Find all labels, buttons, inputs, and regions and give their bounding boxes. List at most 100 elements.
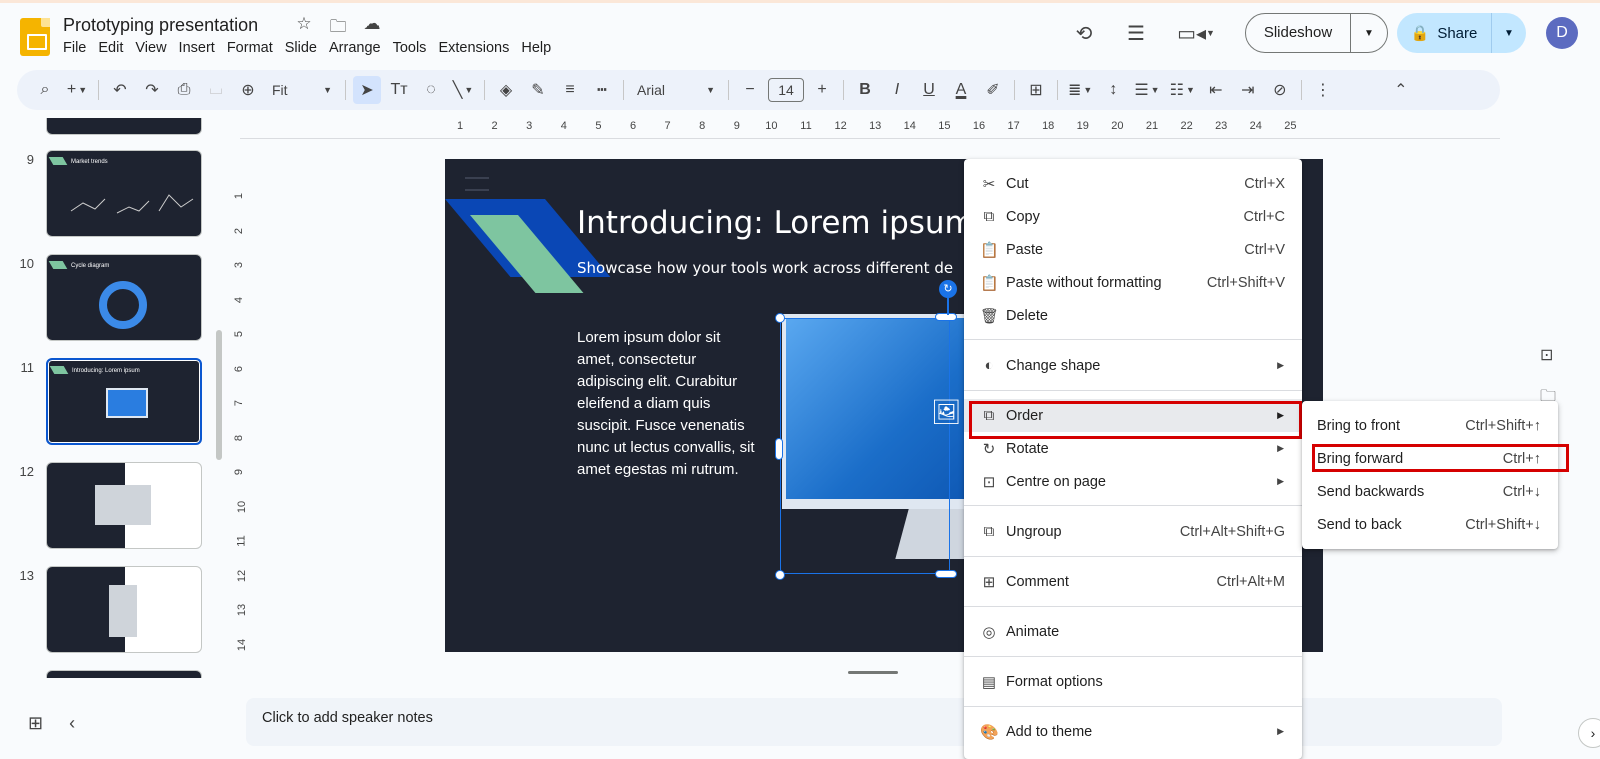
zoom-icon[interactable]: ⊕ bbox=[234, 76, 262, 104]
menu-item-copy[interactable]: ⧉ Copy Ctrl+C bbox=[964, 200, 1302, 233]
line-icon[interactable]: ╲ ▼ bbox=[449, 76, 477, 104]
slide-body-text[interactable]: Lorem ipsum dolor sit amet, consectetur … bbox=[577, 327, 757, 481]
move-folder-icon[interactable]: 🗀 bbox=[326, 14, 350, 43]
shape-icon[interactable]: ◌ bbox=[417, 76, 445, 104]
grid-view-icon[interactable]: ⊞ bbox=[28, 713, 43, 734]
menu-item-paste[interactable]: 📋 Paste Ctrl+V bbox=[964, 233, 1302, 266]
highlight-icon[interactable]: ✐ bbox=[979, 76, 1007, 104]
version-history-icon[interactable]: ⟲ bbox=[1066, 15, 1102, 51]
slide-title[interactable]: Introducing: Lorem ipsum bbox=[577, 205, 975, 241]
menu-item-cut[interactable]: ✂ Cut Ctrl+X bbox=[964, 167, 1302, 200]
menu-item-paste-without-formatting[interactable]: 📋 Paste without formatting Ctrl+Shift+V bbox=[964, 266, 1302, 299]
slideshow-label[interactable]: Slideshow bbox=[1246, 14, 1351, 52]
menu-view[interactable]: View bbox=[129, 40, 172, 56]
menu-edit[interactable]: Edit bbox=[92, 40, 129, 56]
menu-arrange[interactable]: Arrange bbox=[323, 40, 387, 56]
comments-icon[interactable]: ☰ bbox=[1118, 15, 1154, 51]
document-title[interactable]: Prototyping presentation bbox=[63, 15, 258, 36]
slides-logo-icon[interactable] bbox=[20, 18, 50, 56]
meet-icon[interactable]: ▭◂ ▼ bbox=[1170, 15, 1222, 51]
clear-formatting-icon[interactable]: ⊘ bbox=[1266, 76, 1294, 104]
slide-thumbnail[interactable] bbox=[46, 118, 202, 135]
italic-icon[interactable]: I bbox=[883, 76, 911, 104]
menu-item-animate[interactable]: ◎ Animate bbox=[964, 615, 1302, 648]
border-color-icon[interactable]: ✎ bbox=[524, 76, 552, 104]
menu-extensions[interactable]: Extensions bbox=[432, 40, 515, 56]
share-dropdown-icon[interactable]: ▼ bbox=[1492, 28, 1526, 39]
avatar[interactable]: D bbox=[1546, 17, 1578, 49]
bold-icon[interactable]: B bbox=[851, 76, 879, 104]
speaker-notes[interactable]: Click to add speaker notes bbox=[246, 698, 1502, 746]
border-dash-icon[interactable]: ┅ bbox=[588, 76, 616, 104]
underline-icon[interactable]: U bbox=[915, 76, 943, 104]
slide-thumbnail-11[interactable]: Introducing: Lorem ipsum bbox=[46, 358, 202, 445]
menu-item-format-options[interactable]: ▤ Format options bbox=[964, 665, 1302, 698]
menu-item-centre-on-page[interactable]: ⊡ Centre on page ▶ bbox=[964, 465, 1302, 498]
menu-insert[interactable]: Insert bbox=[173, 40, 221, 56]
resize-handle[interactable] bbox=[775, 313, 785, 323]
slide-subtitle[interactable]: Showcase how your tools work across diff… bbox=[577, 259, 953, 277]
decrease-indent-icon[interactable]: ⇤ bbox=[1202, 76, 1230, 104]
line-spacing-icon[interactable]: ↕ bbox=[1099, 76, 1127, 104]
star-icon[interactable]: ☆ bbox=[292, 14, 316, 43]
menu-item-change-shape[interactable]: ◐ Change shape ▶ bbox=[964, 349, 1302, 382]
insert-link-icon[interactable]: ⊞ bbox=[1022, 76, 1050, 104]
submenu-item-send-to-back[interactable]: Send to back Ctrl+Shift+↓ bbox=[1302, 508, 1558, 541]
menu-item-ungroup[interactable]: ⧉ Ungroup Ctrl+Alt+Shift+G bbox=[964, 515, 1302, 548]
slide-thumbnail-10[interactable]: Cycle diagram bbox=[46, 254, 202, 341]
slide-thumbnail-9[interactable]: Market trends bbox=[46, 150, 202, 237]
font-size-input[interactable]: 14 bbox=[768, 78, 804, 102]
resize-handle[interactable] bbox=[935, 313, 957, 321]
fill-color-icon[interactable]: ◈ bbox=[492, 76, 520, 104]
menu-slide[interactable]: Slide bbox=[279, 40, 323, 56]
redo-icon[interactable]: ↷ bbox=[138, 76, 166, 104]
menu-item-add-to-theme[interactable]: 🎨 Add to theme ▶ bbox=[964, 715, 1302, 748]
numbered-list-icon[interactable]: ☷ ▼ bbox=[1167, 76, 1198, 104]
notes-resize-handle[interactable] bbox=[848, 671, 898, 674]
text-color-icon[interactable]: A bbox=[947, 76, 975, 104]
new-slide-icon[interactable]: + ▼ bbox=[63, 76, 91, 104]
submenu-arrow-icon: ▶ bbox=[1277, 726, 1284, 736]
increase-font-size-icon[interactable]: + bbox=[808, 76, 836, 104]
font-select[interactable]: Arial ▼ bbox=[631, 76, 721, 104]
resize-handle[interactable] bbox=[935, 570, 957, 578]
side-panel-collapse-icon[interactable]: › bbox=[1578, 718, 1600, 748]
side-panel-image-icon[interactable]: ⊡ bbox=[1540, 345, 1556, 365]
ruler-tick-label: 9 bbox=[233, 468, 246, 476]
decrease-font-size-icon[interactable]: − bbox=[736, 76, 764, 104]
increase-indent-icon[interactable]: ⇥ bbox=[1234, 76, 1262, 104]
zoom-select[interactable]: Fit ▼ bbox=[266, 76, 338, 104]
menu-item-delete[interactable]: 🗑 Delete bbox=[964, 299, 1302, 332]
paint-format-icon[interactable]: ⌴ bbox=[202, 76, 230, 104]
menu-help[interactable]: Help bbox=[515, 40, 557, 56]
resize-handle[interactable] bbox=[775, 570, 785, 580]
menu-item-comment[interactable]: ⊞ Comment Ctrl+Alt+M bbox=[964, 565, 1302, 598]
submenu-item-send-backwards[interactable]: Send backwards Ctrl+↓ bbox=[1302, 475, 1558, 508]
align-icon[interactable]: ≣ ▼ bbox=[1065, 76, 1095, 104]
print-icon[interactable]: ⎙ bbox=[170, 76, 198, 104]
text-box-icon[interactable]: Tт bbox=[385, 76, 413, 104]
add-image-icon[interactable]: 🖼 bbox=[931, 398, 961, 426]
paste-plain-icon: 📋 bbox=[980, 274, 999, 292]
search-menus-icon[interactable]: ⌕ bbox=[31, 76, 59, 104]
share-button[interactable]: 🔒 Share ▼ bbox=[1397, 13, 1526, 53]
slide-thumbnail-13[interactable] bbox=[46, 566, 202, 653]
slide-thumbnail[interactable] bbox=[46, 670, 202, 678]
resize-handle[interactable] bbox=[775, 438, 783, 460]
select-icon[interactable]: ➤ bbox=[353, 76, 381, 104]
more-options-icon[interactable]: ⋮ bbox=[1309, 76, 1337, 104]
menu-tools[interactable]: Tools bbox=[387, 40, 433, 56]
slideshow-button[interactable]: Slideshow ▼ bbox=[1245, 13, 1388, 53]
menu-file[interactable]: File bbox=[57, 40, 92, 56]
slide-thumbnail-12[interactable] bbox=[46, 462, 202, 549]
collapse-filmstrip-icon[interactable]: ‹ bbox=[69, 713, 75, 734]
menu-format[interactable]: Format bbox=[221, 40, 279, 56]
bulleted-list-icon[interactable]: ☰ ▼ bbox=[1131, 76, 1162, 104]
slideshow-dropdown-icon[interactable]: ▼ bbox=[1351, 28, 1387, 39]
submenu-item-bring-to-front[interactable]: Bring to front Ctrl+Shift+↑ bbox=[1302, 409, 1558, 442]
filmstrip-scrollbar[interactable] bbox=[216, 330, 222, 460]
border-weight-icon[interactable]: ≡ bbox=[556, 76, 584, 104]
undo-icon[interactable]: ↶ bbox=[106, 76, 134, 104]
rotate-handle-icon[interactable]: ↻ bbox=[939, 280, 957, 298]
collapse-toolbar-icon[interactable]: ⌃ bbox=[1387, 76, 1415, 104]
